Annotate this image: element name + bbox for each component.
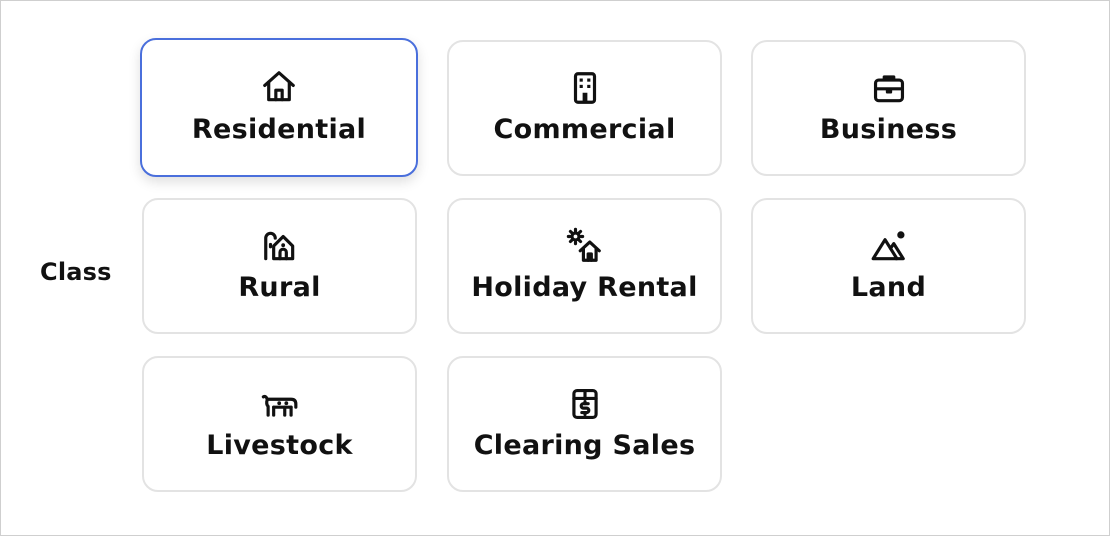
class-option-business[interactable]: Business <box>751 40 1026 176</box>
house-icon <box>260 68 298 106</box>
class-option-residential[interactable]: Residential <box>140 38 418 177</box>
class-option-label: Residential <box>191 114 367 145</box>
briefcase-icon <box>870 69 908 107</box>
class-option-label: Land <box>850 272 927 303</box>
class-option-label: Clearing Sales <box>473 430 696 461</box>
class-field-label: Class <box>40 258 112 286</box>
dollar-box-icon <box>566 385 604 423</box>
barn-icon <box>261 227 299 265</box>
class-option-label: Business <box>819 114 958 145</box>
mountain-icon <box>870 227 908 265</box>
class-option-rural[interactable]: Rural <box>142 198 417 334</box>
class-option-label: Commercial <box>493 114 676 145</box>
class-option-label: Livestock <box>206 430 353 461</box>
class-option-label: Rural <box>238 272 321 303</box>
class-option-land[interactable]: Land <box>751 198 1026 334</box>
class-selector-panel: Class Residential Commercial Business Ru… <box>0 0 1110 536</box>
class-option-holiday-rental[interactable]: Holiday Rental <box>447 198 722 334</box>
class-option-label: Holiday Rental <box>471 272 698 303</box>
class-option-clearing-sales[interactable]: Clearing Sales <box>447 356 722 492</box>
class-option-commercial[interactable]: Commercial <box>447 40 722 176</box>
building-icon <box>566 69 604 107</box>
cow-icon <box>261 385 299 423</box>
sun-house-icon <box>566 227 604 265</box>
class-option-livestock[interactable]: Livestock <box>142 356 417 492</box>
